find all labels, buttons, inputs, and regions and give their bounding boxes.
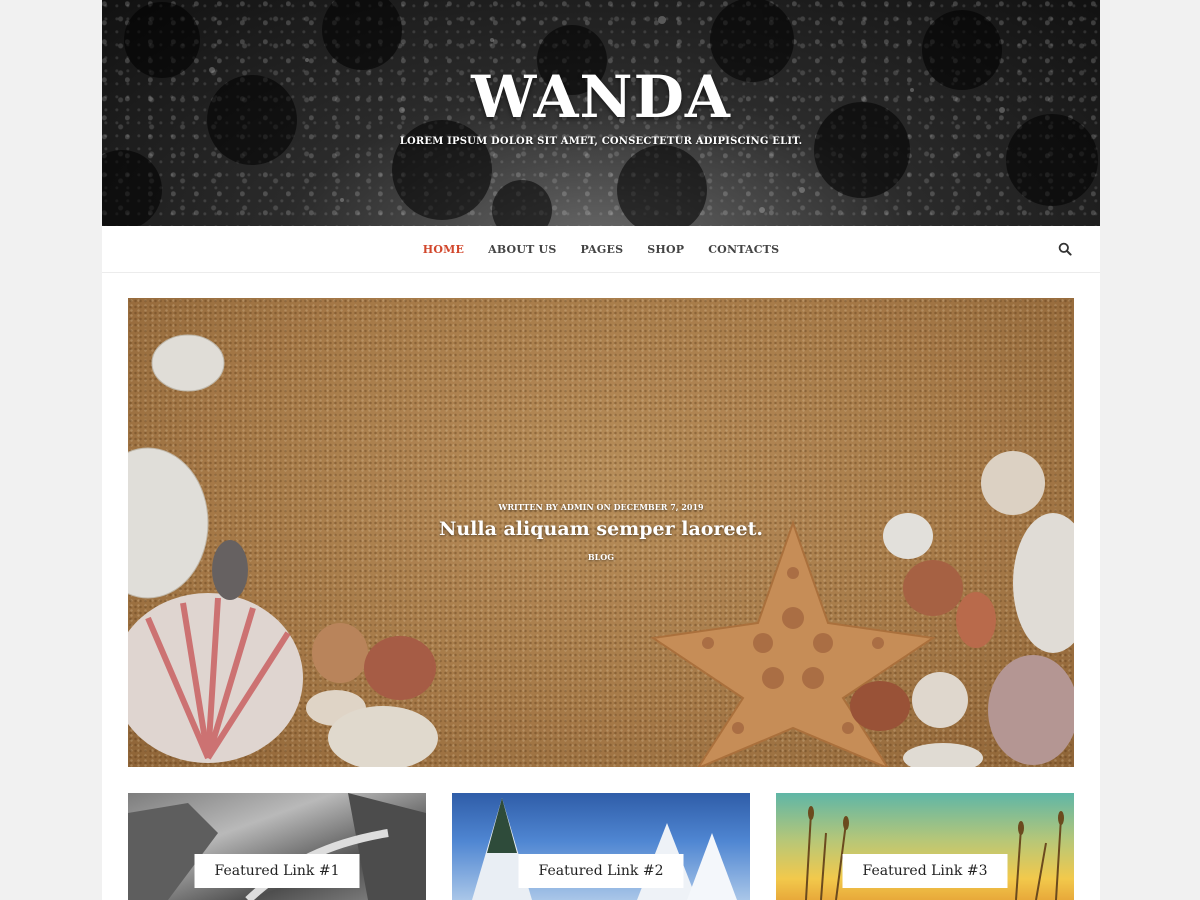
nav-item-shop[interactable]: SHOP [635, 243, 696, 256]
site-tagline: LOREM IPSUM DOLOR SIT AMET, CONSECTETUR … [399, 136, 803, 147]
hero-post-title[interactable]: Nulla aliquam semper laoreet. [128, 518, 1074, 540]
featured-link-2-label[interactable]: Featured Link #2 [518, 854, 684, 888]
featured-link-1-label[interactable]: Featured Link #1 [194, 854, 360, 888]
nav-item-pages[interactable]: PAGES [568, 243, 635, 256]
featured-link-2[interactable]: Featured Link #2 [452, 793, 750, 900]
hero-slide[interactable]: WRITTEN BY ADMIN ON DECEMBER 7, 2019 Nul… [128, 298, 1074, 767]
nav-item-about-us[interactable]: ABOUT US [476, 243, 568, 256]
featured-link-1[interactable]: Featured Link #1 [128, 793, 426, 900]
site-header: WANDA LOREM IPSUM DOLOR SIT AMET, CONSEC… [102, 0, 1100, 226]
nav-item-home[interactable]: HOME [411, 243, 476, 256]
nav-menu: HOME ABOUT US PAGES SHOP CONTACTS [102, 226, 1100, 272]
search-icon[interactable] [1058, 242, 1072, 256]
featured-link-3-label[interactable]: Featured Link #3 [842, 854, 1008, 888]
featured-link-3[interactable]: Featured Link #3 [776, 793, 1074, 900]
hero-post-category[interactable]: BLOG [128, 552, 1074, 562]
site-title[interactable]: WANDA [102, 58, 1100, 136]
main-navigation: HOME ABOUT US PAGES SHOP CONTACTS [102, 226, 1100, 273]
nav-item-contacts[interactable]: CONTACTS [696, 243, 791, 256]
page: WANDA LOREM IPSUM DOLOR SIT AMET, CONSEC… [102, 0, 1100, 900]
hero-post-meta: WRITTEN BY ADMIN ON DECEMBER 7, 2019 [498, 502, 704, 512]
